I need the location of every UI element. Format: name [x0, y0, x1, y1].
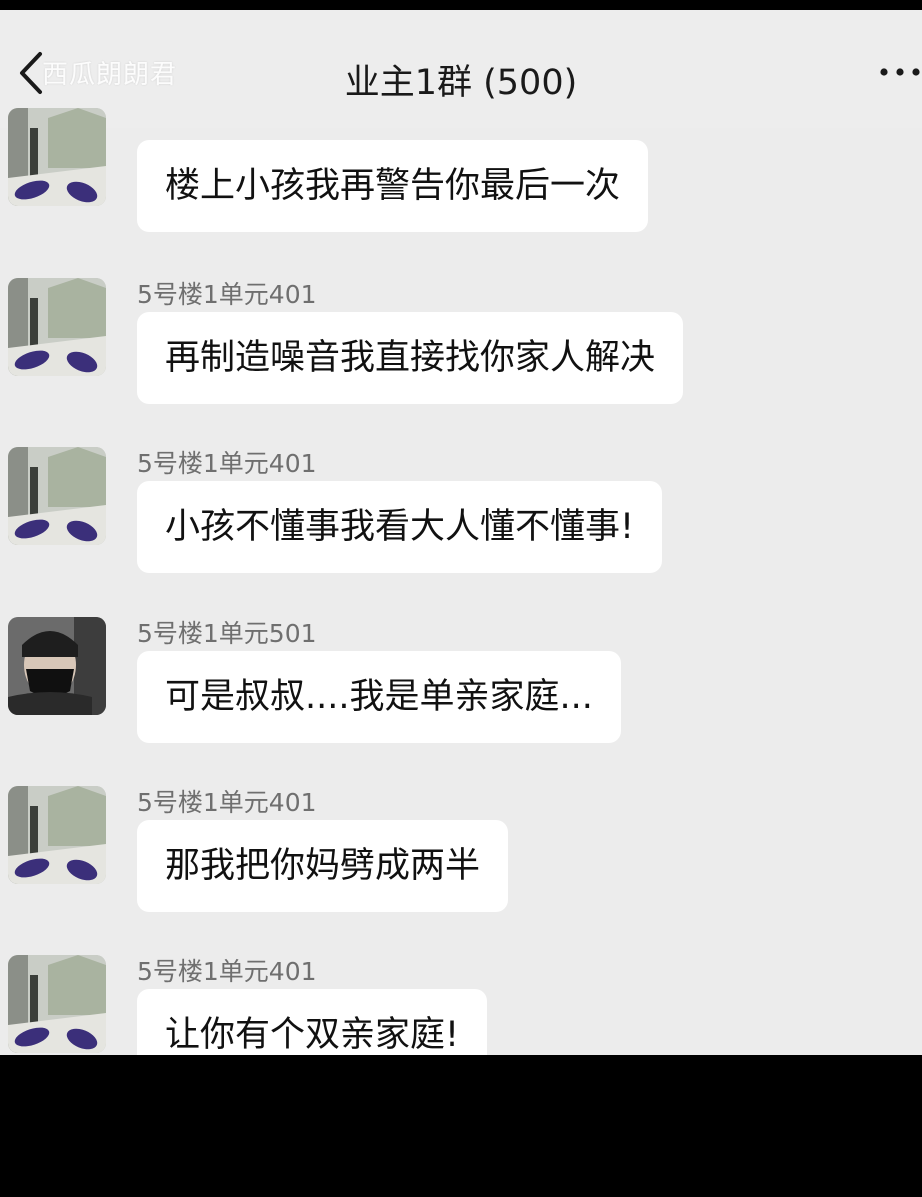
- sender-name: 5号楼1单元401: [137, 449, 317, 478]
- avatar[interactable]: [8, 955, 106, 1053]
- message-bubble[interactable]: 让你有个双亲家庭!: [137, 989, 488, 1055]
- sender-name: 5号楼1单元401: [137, 957, 317, 986]
- scene-avatar-icon: [8, 108, 106, 206]
- chat-title: 业主1群 (500): [344, 63, 578, 103]
- avatar[interactable]: [8, 278, 106, 376]
- scene-avatar-icon: [8, 786, 106, 884]
- chat-header: 西瓜朗朗君 业主1群 (500): [0, 10, 922, 128]
- message-bubble[interactable]: 可是叔叔....我是单亲家庭...: [137, 651, 621, 743]
- more-options-icon[interactable]: [878, 62, 922, 82]
- message-bubble[interactable]: 小孩不懂事我看大人懂不懂事!: [137, 481, 663, 573]
- avatar[interactable]: [8, 617, 106, 715]
- bottom-black-area: [0, 1055, 922, 1197]
- chat-screen: 西瓜朗朗君 业主1群 (500) 楼上小孩我再警告你最后一次 5号楼1单元401…: [0, 10, 922, 1055]
- person-mask-avatar-icon: [8, 617, 106, 715]
- message-bubble[interactable]: 那我把你妈劈成两半: [137, 820, 509, 912]
- sender-name: 5号楼1单元401: [137, 280, 317, 309]
- avatar[interactable]: [8, 447, 106, 545]
- sender-name: 5号楼1单元401: [137, 788, 317, 817]
- scene-avatar-icon: [8, 955, 106, 1053]
- sender-name: 5号楼1单元501: [137, 619, 317, 648]
- scene-avatar-icon: [8, 447, 106, 545]
- top-black-strip: [0, 0, 922, 10]
- message-bubble[interactable]: 楼上小孩我再警告你最后一次: [137, 140, 649, 232]
- avatar[interactable]: [8, 786, 106, 884]
- avatar[interactable]: [8, 108, 106, 206]
- scene-avatar-icon: [8, 278, 106, 376]
- message-bubble[interactable]: 再制造噪音我直接找你家人解决: [137, 312, 684, 404]
